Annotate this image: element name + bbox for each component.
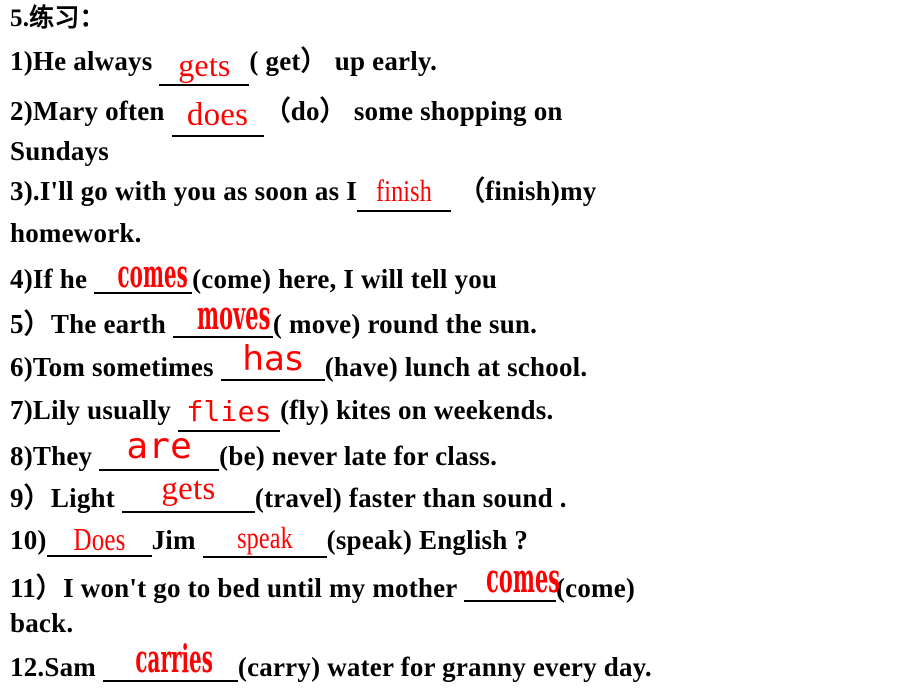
q7-answer: flies — [186, 395, 272, 428]
q12-text-before: Sam — [44, 652, 96, 682]
q2-text-before: Mary often — [32, 96, 165, 126]
q11-number: 11） — [10, 573, 64, 603]
q4-hint: (come) — [192, 264, 272, 294]
q1-answer: gets — [178, 47, 231, 83]
q9-answer: gets — [161, 471, 216, 507]
exercise-line-q6: 6)Tom sometimes has (have) lunch at scho… — [10, 342, 588, 382]
page-title: 5.练习： — [10, 5, 105, 32]
q10-answer-2: speak — [236, 520, 293, 555]
q9-number: 9） — [10, 483, 51, 513]
q3-hint: （finish) — [457, 176, 561, 206]
q6-text-after: lunch at school. — [404, 352, 588, 382]
q6-blank[interactable]: has — [220, 342, 325, 381]
q9-text-before: Light — [50, 483, 115, 513]
q5-answer: moves — [196, 292, 271, 339]
q1-number: 1) — [10, 46, 33, 76]
q1-text-after: up early. — [334, 46, 438, 76]
q10-mid: Jim — [151, 525, 196, 555]
q4-text-before: If he — [32, 264, 88, 294]
q9-hint: (travel) — [254, 483, 342, 513]
q3-number: 3). — [10, 176, 40, 206]
exercise-line-q10: 10) Does Jim speak (speak) English ? — [10, 521, 529, 558]
exercise-line-q3: 3).I'll go with you as soon as I finish … — [10, 175, 597, 212]
exercise-line-q4: 4)If he comes (come) here, I will tell y… — [10, 254, 498, 294]
q1-blank[interactable]: gets — [159, 47, 250, 86]
q10-blank-1[interactable]: Does — [46, 521, 152, 557]
q10-number: 10) — [10, 525, 47, 555]
q6-answer: has — [242, 339, 304, 379]
q8-number: 8) — [10, 441, 33, 471]
q3-text-after: my — [560, 176, 597, 206]
exercise-line-q5: 5）The earth moves ( move) round the sun. — [10, 296, 538, 339]
q4-text-after: here, I will tell you — [278, 264, 498, 294]
q12-blank[interactable]: carries — [102, 639, 238, 682]
q7-number: 7) — [10, 395, 33, 425]
q6-number: 6) — [10, 352, 33, 382]
exercise-line-q2: 2)Mary often does （do） some shopping on — [10, 98, 563, 137]
exercise-line-q11: 11）I won't go to bed until my mother com… — [10, 559, 636, 603]
q10-answer-1: Does — [73, 521, 126, 557]
q2-blank[interactable]: does — [171, 97, 264, 137]
q3-text-before: I'll go with you as soon as I — [39, 176, 357, 206]
q3-continuation: homework. — [10, 218, 142, 248]
q7-hint: (fly) — [280, 395, 330, 425]
exercise-line-q7: 7)Lily usually flies (fly) kites on week… — [10, 397, 553, 432]
q4-blank[interactable]: comes — [94, 254, 193, 294]
q2-number: 2) — [10, 96, 33, 126]
q2-text-after: some shopping on — [353, 96, 563, 126]
q6-hint: (have) — [324, 352, 398, 382]
q3-answer: finish — [375, 173, 432, 208]
exercise-line-q9: 9）Light gets (travel) faster than sound … — [10, 472, 567, 513]
q10-hint: (speak) — [326, 525, 413, 555]
q12-number: 12. — [10, 652, 45, 682]
q12-hint: (carry) — [237, 652, 321, 682]
q2-answer: does — [186, 97, 249, 133]
q8-text-after: never late for class. — [271, 441, 498, 471]
q5-text-before: The earth — [50, 309, 166, 339]
q4-number: 4) — [10, 264, 33, 294]
q8-hint: (be) — [219, 441, 265, 471]
q5-blank[interactable]: moves — [172, 296, 273, 338]
q2-hint: （do） — [263, 96, 347, 126]
q11-answer: comes — [486, 555, 561, 602]
q5-hint: ( move) — [272, 309, 361, 339]
q6-text-before: Tom sometimes — [32, 352, 214, 382]
q11-text-before: I won't go to bed until my mother — [63, 573, 457, 603]
q11-continuation: back. — [10, 608, 74, 638]
q1-text-before: He always — [32, 46, 153, 76]
q7-blank[interactable]: flies — [178, 395, 281, 432]
q12-text-after: water for granny every day. — [327, 652, 652, 682]
q8-blank[interactable]: are — [99, 428, 220, 471]
q3-blank[interactable]: finish — [356, 175, 451, 212]
q11-hint: (come) — [555, 573, 636, 603]
q10-blank-2[interactable]: speak — [202, 522, 327, 558]
q7-text-after: kites on weekends. — [336, 395, 554, 425]
q2-continuation: Sundays — [10, 136, 109, 166]
q5-text-after: round the sun. — [367, 309, 538, 339]
q10-text-after: English ? — [419, 525, 529, 555]
exercise-line-q12: 12.Sam carries (carry) water for granny … — [10, 639, 652, 682]
exercise-line-q8: 8)They are (be) never late for class. — [10, 428, 498, 471]
worksheet-slide: 5.练习： 1)He always gets ( get） up early. … — [0, 0, 920, 690]
q9-text-after: faster than sound . — [348, 483, 567, 513]
q9-blank[interactable]: gets — [121, 472, 255, 513]
q12-answer: carries — [135, 636, 213, 681]
q4-answer: comes — [117, 251, 188, 296]
q8-text-before: They — [32, 441, 93, 471]
q11-blank[interactable]: comes — [463, 559, 560, 602]
q5-number: 5） — [10, 309, 51, 339]
q8-answer: are — [126, 426, 192, 467]
q7-text-before: Lily usually — [32, 395, 172, 425]
exercise-line-q1: 1)He always gets ( get） up early. — [10, 48, 437, 86]
q1-hint: ( get） — [249, 46, 328, 76]
